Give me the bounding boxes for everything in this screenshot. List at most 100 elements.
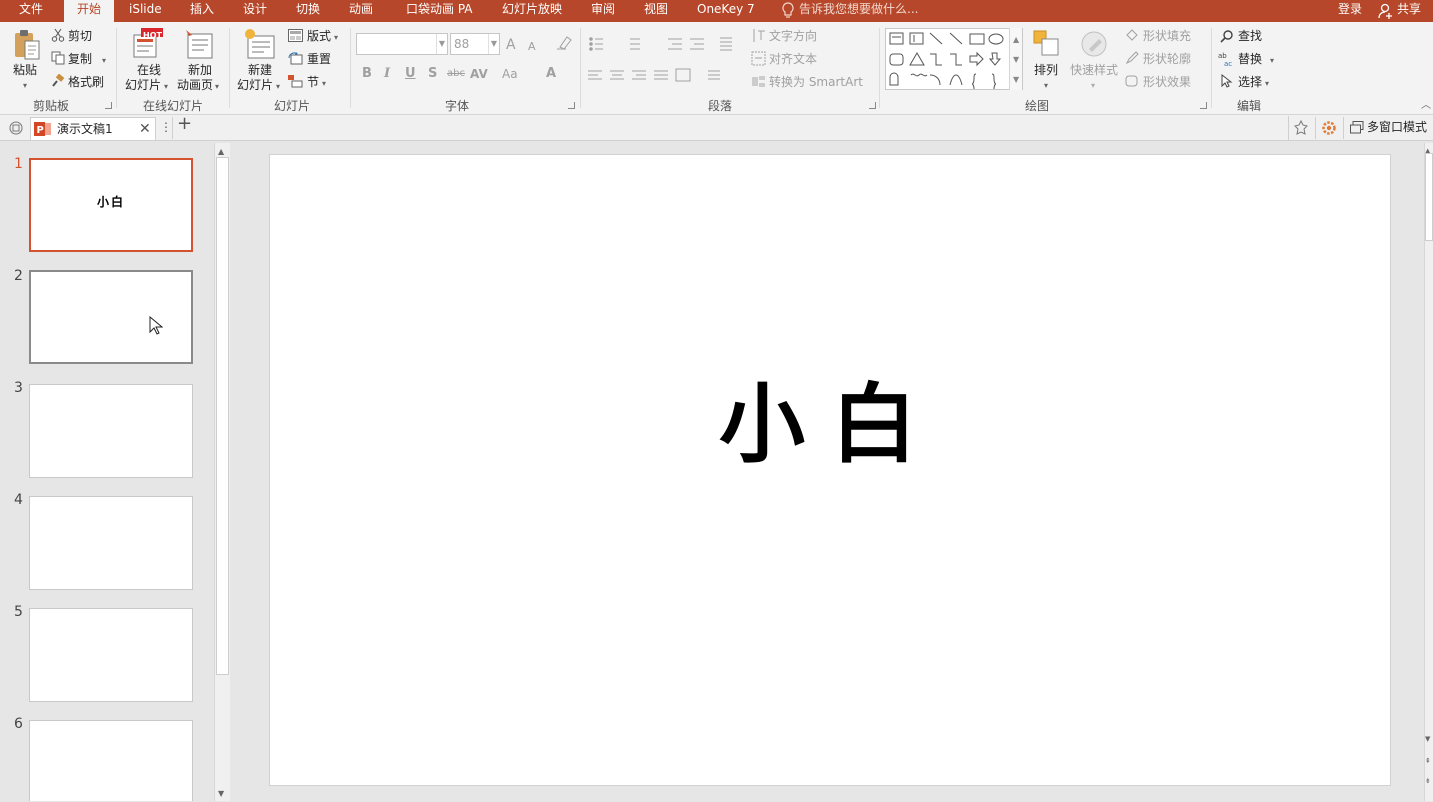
slide-canvas[interactable]: 小白: [269, 154, 1391, 786]
shape-fill-button[interactable]: 形状填充: [1143, 28, 1191, 44]
font-launcher[interactable]: [568, 102, 575, 109]
layout-dropdown-arrow[interactable]: ▾: [334, 30, 338, 46]
section-button[interactable]: 节: [307, 74, 319, 90]
chevron-down-icon[interactable]: ▼: [436, 34, 447, 54]
tab-onekey[interactable]: OneKey 7: [697, 0, 755, 22]
arrange-dropdown-arrow[interactable]: ▾: [1044, 78, 1048, 94]
tab-review[interactable]: 审阅: [591, 0, 615, 22]
underline-button[interactable]: U: [405, 66, 416, 82]
arrange-icon[interactable]: [1032, 29, 1062, 59]
grow-font-button[interactable]: A: [506, 37, 516, 53]
tab-transitions[interactable]: 切换: [296, 0, 320, 22]
pin-icon[interactable]: [1293, 119, 1309, 136]
online-slides-dropdown-arrow[interactable]: ▾: [164, 79, 168, 95]
chevron-down-icon[interactable]: ▼: [488, 34, 499, 54]
quick-styles-icon[interactable]: [1079, 29, 1109, 59]
scrollbar-thumb[interactable]: [216, 157, 229, 675]
text-shadow-button[interactable]: S: [428, 66, 437, 82]
paragraph-launcher[interactable]: [869, 102, 876, 109]
find-button[interactable]: 查找: [1238, 28, 1262, 44]
clear-formatting-icon[interactable]: [556, 35, 572, 51]
slide-thumbnail-3[interactable]: [29, 384, 193, 478]
quick-styles-dropdown-arrow[interactable]: ▾: [1091, 78, 1095, 94]
add-tab-icon[interactable]: +: [177, 115, 192, 133]
section-dropdown-arrow[interactable]: ▾: [322, 76, 326, 92]
shape-outline-button[interactable]: 形状轮廓: [1143, 51, 1191, 67]
font-color-button[interactable]: A: [546, 66, 556, 82]
tab-islide[interactable]: iSlide: [129, 0, 162, 22]
shapes-gallery-icons[interactable]: [886, 29, 1022, 90]
arrange-button[interactable]: 排列: [1034, 62, 1058, 78]
thumbnail-scrollbar[interactable]: ▲ ▼: [214, 143, 230, 801]
font-name-combobox[interactable]: ▼: [356, 33, 448, 55]
slide-thumbnail-2[interactable]: [29, 270, 193, 364]
gear-icon[interactable]: [1321, 120, 1337, 136]
italic-button[interactable]: I: [384, 66, 390, 82]
tab-view[interactable]: 视图: [644, 0, 668, 22]
change-case-button[interactable]: Aa: [502, 66, 518, 82]
layout-button[interactable]: 版式: [307, 28, 331, 44]
editor-scrollbar[interactable]: ▲ ▼ ⇞ ⇟: [1424, 143, 1433, 801]
new-animation-page-icon[interactable]: [184, 28, 216, 60]
copy-dropdown-arrow[interactable]: ▾: [102, 53, 106, 69]
login-link[interactable]: 登录: [1338, 0, 1362, 22]
share-button[interactable]: 共享: [1397, 0, 1421, 22]
new-slide-button[interactable]: 幻灯片: [237, 77, 273, 93]
shapes-gallery-scroll[interactable]: ▲ ▼ ▼: [1009, 28, 1022, 90]
online-slides-button[interactable]: 幻灯片: [125, 77, 161, 93]
tab-file[interactable]: 文件: [0, 0, 62, 22]
strikethrough-button[interactable]: abc: [447, 66, 465, 82]
paste-icon[interactable]: [12, 28, 42, 62]
scroll-down-icon[interactable]: ▼: [218, 786, 224, 802]
replace-dropdown-arrow[interactable]: ▾: [1270, 53, 1274, 69]
tab-insert[interactable]: 插入: [190, 0, 214, 22]
collapse-ribbon-icon[interactable]: ︿: [1421, 98, 1431, 114]
bold-button[interactable]: B: [362, 66, 372, 82]
slide-thumbnail-4[interactable]: [29, 496, 193, 590]
text-direction-button[interactable]: 文字方向: [769, 28, 817, 44]
close-icon[interactable]: ✕: [139, 121, 151, 137]
character-spacing-button[interactable]: AV: [470, 66, 488, 82]
tab-home[interactable]: 开始: [64, 0, 114, 22]
slide-thumbnail-6[interactable]: [29, 720, 193, 801]
quick-styles-button[interactable]: 快速样式: [1070, 62, 1118, 78]
previous-slide-icon[interactable]: ⇞: [1425, 753, 1431, 769]
multi-window-mode-button[interactable]: 多窗口模式: [1367, 119, 1427, 135]
cut-button[interactable]: 剪切: [68, 28, 92, 44]
online-slides-label-1[interactable]: 在线: [137, 62, 161, 78]
tab-menu-icon[interactable]: ⋮: [160, 119, 172, 135]
tab-list-icon[interactable]: [8, 120, 24, 136]
slide-title[interactable]: 小白: [270, 375, 1392, 475]
drawing-launcher[interactable]: [1200, 102, 1207, 109]
shrink-font-button[interactable]: A: [528, 39, 536, 55]
clipboard-launcher[interactable]: [105, 102, 112, 109]
replace-button[interactable]: 替换: [1238, 51, 1262, 67]
new-animation-page-button[interactable]: 动画页: [177, 77, 213, 93]
new-slide-dropdown-arrow[interactable]: ▾: [276, 79, 280, 95]
paste-button[interactable]: 粘贴: [13, 62, 37, 78]
shapes-gallery[interactable]: [885, 28, 1023, 90]
select-dropdown-arrow[interactable]: ▾: [1265, 76, 1269, 92]
alignment-buttons-row[interactable]: [588, 68, 738, 84]
next-slide-icon[interactable]: ⇟: [1425, 773, 1431, 789]
convert-smartart-button[interactable]: 转换为 SmartArt: [769, 74, 863, 90]
scroll-down-icon[interactable]: ▼: [1425, 731, 1430, 747]
tab-slideshow[interactable]: 幻灯片放映: [502, 0, 562, 22]
tell-me-search[interactable]: 告诉我您想要做什么...: [799, 0, 918, 22]
new-slide-label-1[interactable]: 新建: [248, 62, 272, 78]
list-buttons-row[interactable]: [588, 36, 738, 52]
font-size-combobox[interactable]: 88 ▼: [450, 33, 500, 55]
document-tab[interactable]: P 演示文稿1 ✕: [30, 117, 156, 140]
slide-thumbnail-1[interactable]: 小白: [29, 158, 193, 252]
select-button[interactable]: 选择: [1238, 74, 1262, 90]
new-animation-page-dropdown-arrow[interactable]: ▾: [215, 79, 219, 95]
tab-pocket-animation[interactable]: 口袋动画 PA: [406, 0, 473, 22]
tab-design[interactable]: 设计: [243, 0, 267, 22]
reset-button[interactable]: 重置: [307, 51, 331, 67]
scrollbar-thumb[interactable]: [1425, 153, 1433, 241]
new-animation-page-label-1[interactable]: 新加: [188, 62, 212, 78]
tab-animations[interactable]: 动画: [349, 0, 373, 22]
new-slide-icon[interactable]: [243, 27, 277, 61]
shape-effects-button[interactable]: 形状效果: [1143, 74, 1191, 90]
align-text-button[interactable]: 对齐文本: [769, 51, 817, 67]
